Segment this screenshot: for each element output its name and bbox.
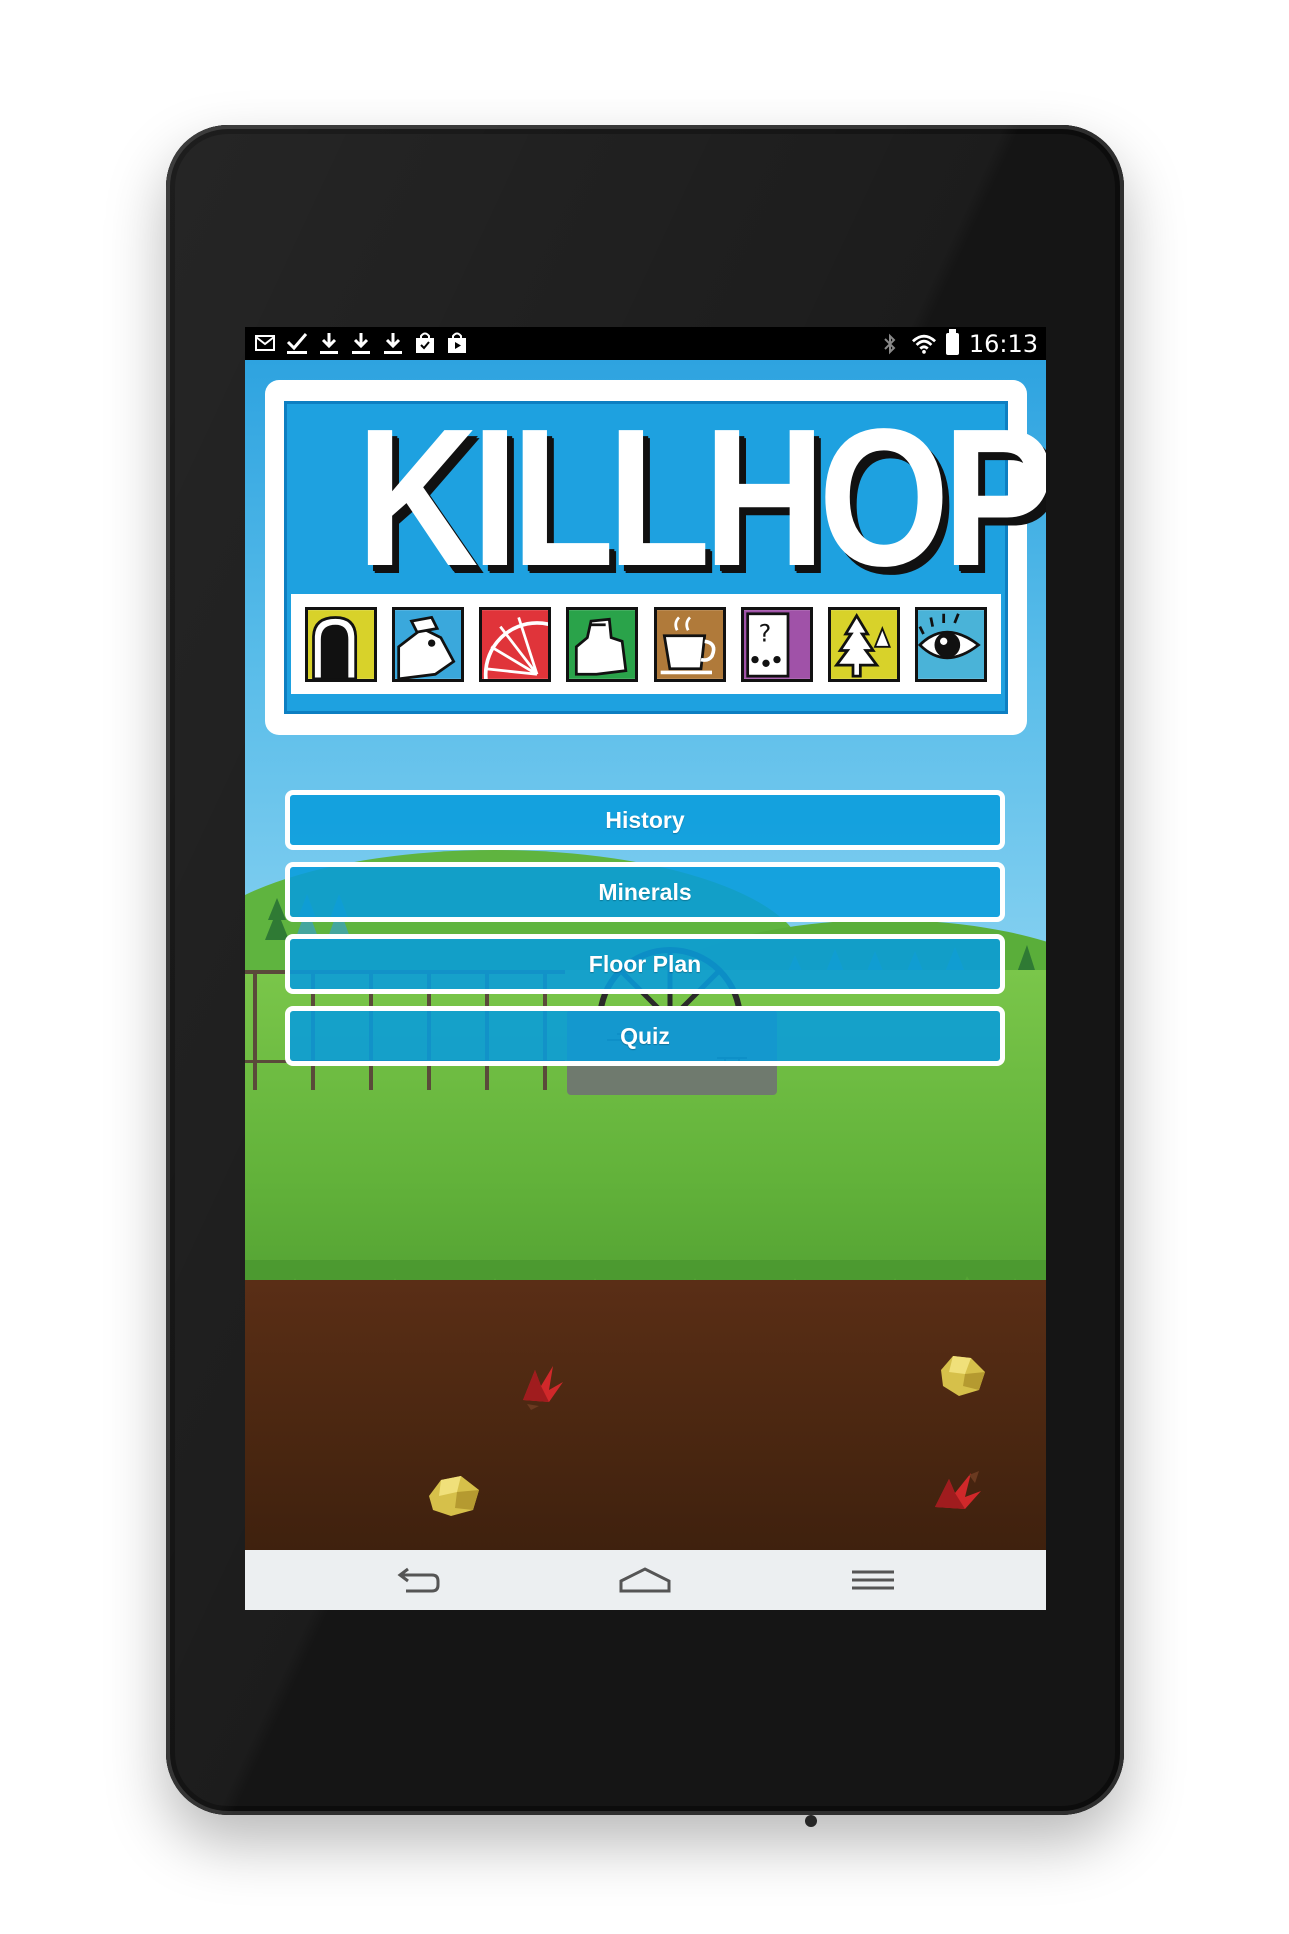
miner-icon: [392, 606, 465, 682]
minerals-button[interactable]: Minerals: [285, 862, 1005, 922]
notification-led: [805, 1815, 817, 1827]
logo-title: KILLHOPE: [356, 388, 1046, 607]
gmail-icon: [253, 332, 277, 354]
back-icon[interactable]: [388, 1562, 448, 1598]
status-time: 16:13: [968, 330, 1038, 358]
quiz-button[interactable]: Quiz: [285, 1006, 1005, 1066]
check-icon: [285, 332, 309, 354]
floor-plan-button[interactable]: Floor Plan: [285, 934, 1005, 994]
shopping-bag-icon: [413, 332, 437, 354]
water-wheel-icon: [479, 606, 552, 682]
gold-nugget-icon: [941, 1356, 985, 1396]
navigation-bar: [245, 1550, 1046, 1610]
red-crystal-icon: [935, 1471, 981, 1509]
visitor-centre-icon: ?: [740, 606, 813, 682]
gold-nugget-icon: [429, 1476, 479, 1516]
soil-ground: [245, 1280, 1046, 1550]
eye-icon: [914, 606, 987, 682]
killhope-logo: KILLHOPE: [265, 380, 1046, 735]
download-icon: [349, 332, 373, 354]
svg-text:?: ?: [758, 619, 771, 647]
screen: 16:13 KILLHOP ? History Minerals Floor P…: [245, 327, 1046, 1610]
bluetooth-icon: [878, 333, 902, 355]
notification-icons: [253, 332, 469, 354]
logo-tiles: ?: [291, 594, 1001, 694]
recents-icon[interactable]: [843, 1562, 903, 1598]
logo-panel: KILLHOPE: [284, 388, 1046, 714]
wifi-icon: [911, 333, 936, 355]
battery-icon: [945, 329, 959, 355]
status-bar: 16:13: [245, 327, 1046, 360]
cafe-cup-icon: [653, 606, 726, 682]
woodland-icon: [827, 606, 900, 682]
red-crystal-icon: [523, 1366, 563, 1410]
play-store-icon: [445, 332, 469, 354]
app-home: KILLHOPE: [245, 360, 1046, 1550]
main-menu: History Minerals Floor Plan Quiz: [285, 790, 1005, 1078]
shop-figure-icon: [566, 606, 639, 682]
download-icon: [381, 332, 405, 354]
download-icon: [317, 332, 341, 354]
history-button[interactable]: History: [285, 790, 1005, 850]
home-icon[interactable]: [615, 1562, 675, 1598]
mine-entrance-icon: [305, 606, 377, 682]
system-status: 16:13: [878, 329, 1038, 358]
